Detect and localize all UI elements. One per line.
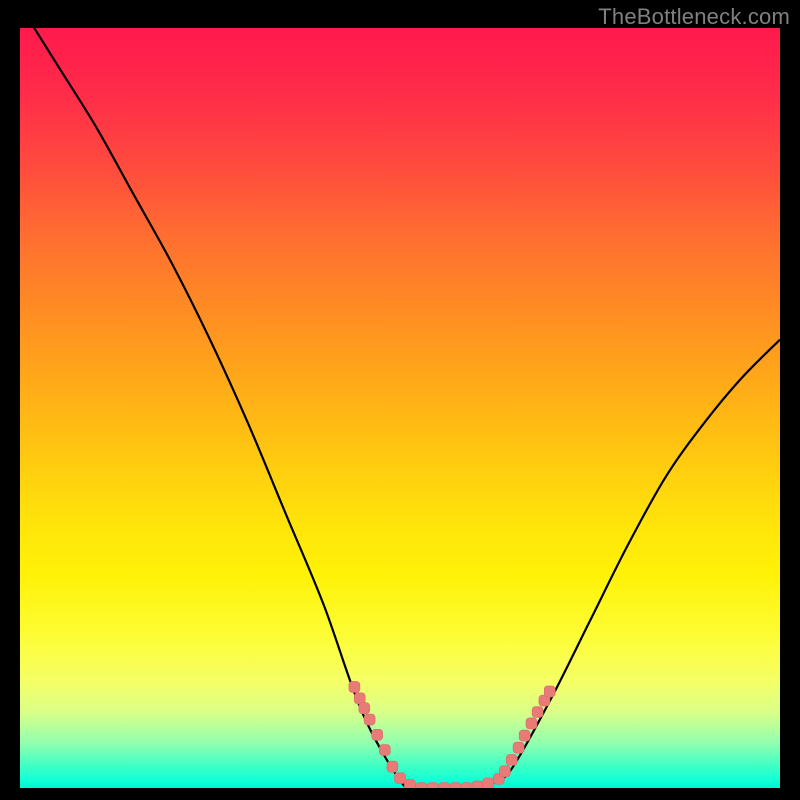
curve-marker [387, 761, 398, 772]
curve-svg [20, 28, 780, 788]
curve-marker [506, 754, 517, 765]
curve-marker [450, 783, 461, 789]
watermark-text: TheBottleneck.com [598, 4, 790, 30]
curve-marker [372, 729, 383, 740]
plot-area [20, 28, 780, 788]
bottleneck-curve [20, 28, 780, 788]
curve-marker [519, 730, 530, 741]
curve-marker [532, 707, 543, 718]
curve-marker [427, 783, 438, 789]
chart-frame: TheBottleneck.com [0, 0, 800, 800]
curve-marker [379, 745, 390, 756]
curve-markers [349, 681, 555, 788]
curve-marker [354, 693, 365, 704]
curve-marker [416, 783, 427, 789]
curve-marker [439, 783, 450, 789]
curve-marker [349, 681, 360, 692]
curve-marker [461, 783, 472, 789]
curve-marker [544, 686, 555, 697]
curve-marker [359, 703, 370, 714]
curve-marker [364, 714, 375, 725]
curve-marker [499, 766, 510, 777]
curve-marker [404, 779, 415, 788]
curve-marker [472, 781, 483, 788]
curve-marker [513, 742, 524, 753]
curve-marker [483, 778, 494, 788]
curve-marker [395, 773, 406, 784]
curve-marker [526, 718, 537, 729]
